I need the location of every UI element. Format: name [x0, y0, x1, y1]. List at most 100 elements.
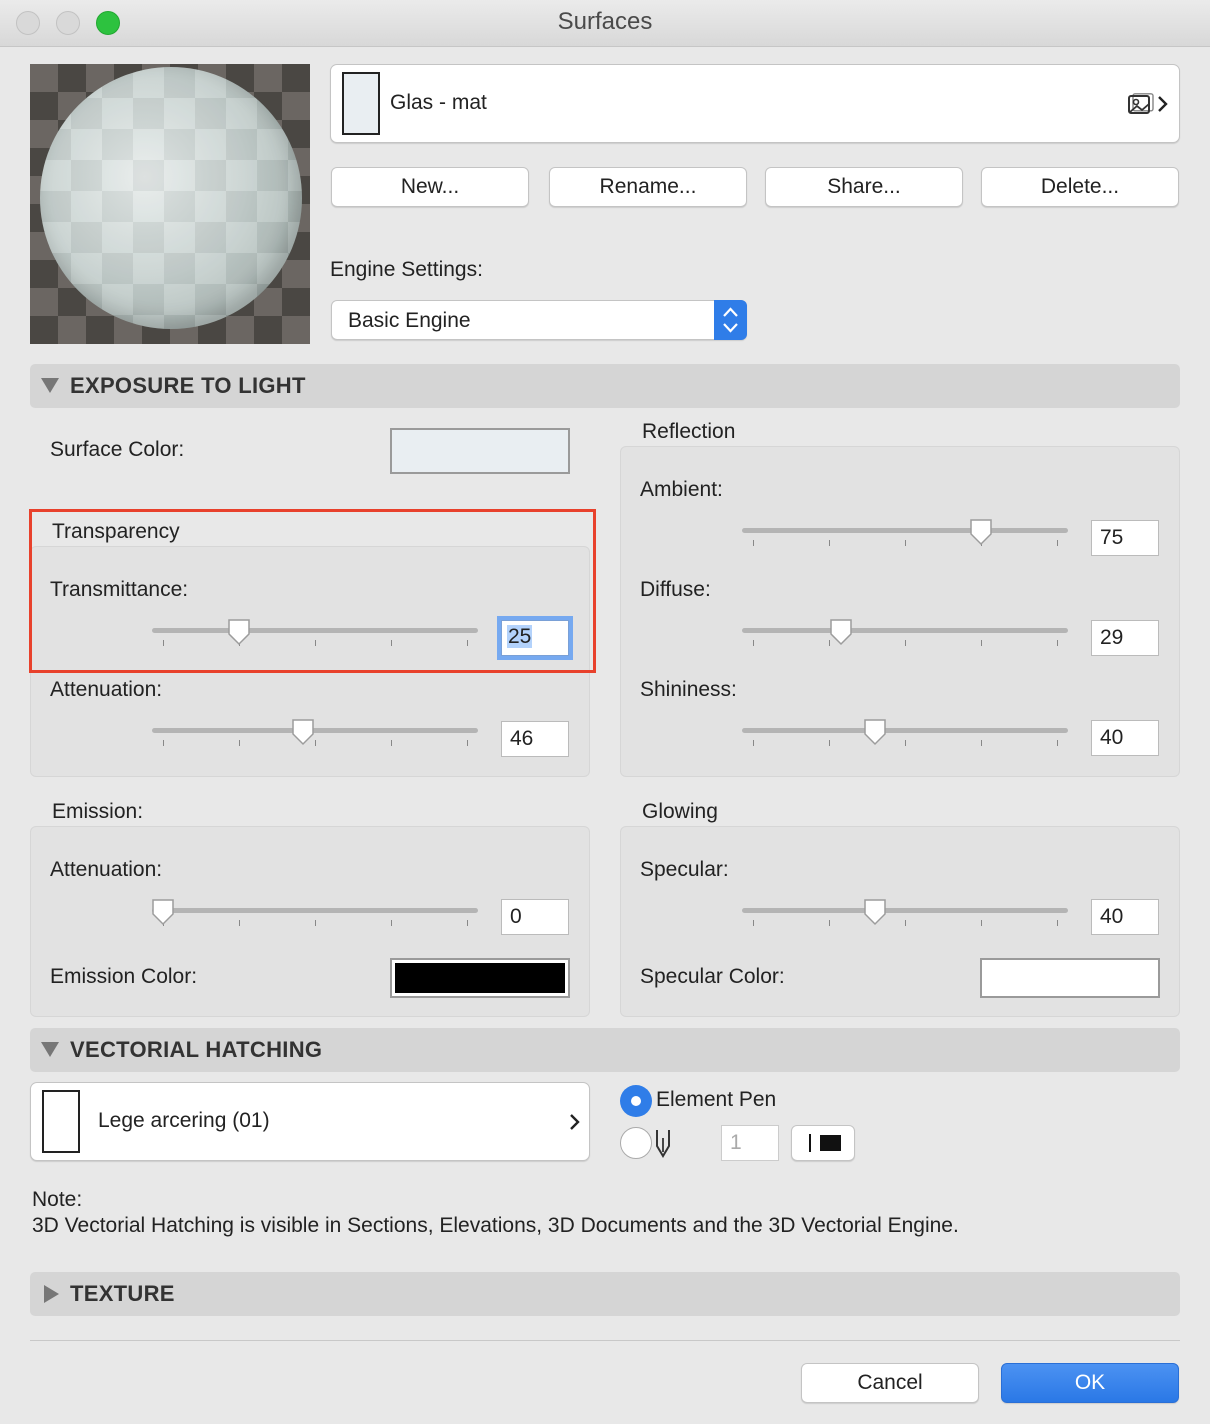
- slider-tick: [315, 920, 316, 926]
- surface-name: Glas - mat: [390, 91, 487, 114]
- ambient-label: Ambient:: [640, 478, 723, 501]
- hatching-section-title: VECTORIAL HATCHING: [70, 1037, 323, 1062]
- cancel-button[interactable]: Cancel: [801, 1363, 979, 1403]
- surface-selector[interactable]: Glas - mat: [330, 64, 1180, 143]
- triangle-down-icon: [41, 378, 59, 393]
- slider-thumb[interactable]: [829, 618, 853, 646]
- shininess-label: Shininess:: [640, 678, 737, 701]
- emission-attenuation-label: Attenuation:: [50, 858, 163, 881]
- shininess-input[interactable]: 40: [1091, 720, 1159, 756]
- triangle-down-icon: [41, 1042, 59, 1057]
- texture-section-title: TEXTURE: [70, 1281, 175, 1306]
- shininess-slider[interactable]: [742, 718, 1068, 752]
- slider-tick: [753, 920, 754, 926]
- attenuation-label: Attenuation:: [50, 678, 163, 701]
- fill-swatch: [42, 1090, 80, 1153]
- exposure-section-title: EXPOSURE TO LIGHT: [70, 373, 306, 398]
- pen-icon: [654, 1128, 672, 1160]
- fill-name: Lege arcering (01): [98, 1109, 270, 1132]
- share-button[interactable]: Share...: [765, 167, 963, 207]
- slider-tick: [391, 740, 392, 746]
- slider-tick: [905, 540, 906, 546]
- chevron-right-icon[interactable]: [1157, 95, 1169, 113]
- slider-tick: [981, 640, 982, 646]
- emission-attenuation-input[interactable]: 0: [501, 899, 569, 935]
- slider-tick: [981, 920, 982, 926]
- slider-tick: [315, 740, 316, 746]
- new-button[interactable]: New...: [331, 167, 529, 207]
- specular-label: Specular:: [640, 858, 729, 881]
- slider-tick: [467, 920, 468, 926]
- transparency-highlight-box: [29, 509, 596, 673]
- slider-thumb[interactable]: [863, 718, 887, 746]
- engine-select-value: Basic Engine: [348, 309, 471, 332]
- custom-pen-radio[interactable]: [620, 1127, 652, 1159]
- slider-tick: [1057, 920, 1058, 926]
- element-pen-label: Element Pen: [656, 1088, 777, 1111]
- slider-tick: [391, 920, 392, 926]
- slider-tick: [829, 540, 830, 546]
- surface-swatch: [342, 72, 380, 135]
- note-title: Note:: [32, 1188, 83, 1211]
- surface-color-swatch[interactable]: [390, 428, 570, 474]
- slider-tick: [163, 740, 164, 746]
- slider-tick: [239, 740, 240, 746]
- chevron-right-icon[interactable]: [569, 1113, 581, 1131]
- texture-section-header[interactable]: TEXTURE: [30, 1272, 1180, 1316]
- slider-tick: [1057, 540, 1058, 546]
- element-pen-radio[interactable]: [620, 1085, 652, 1117]
- specular-input[interactable]: 40: [1091, 899, 1159, 935]
- emission-attenuation-slider[interactable]: [152, 898, 478, 932]
- emission-color-swatch[interactable]: [390, 958, 570, 998]
- ok-button[interactable]: OK: [1001, 1363, 1179, 1403]
- image-icon[interactable]: [1128, 93, 1154, 115]
- footer-divider: [30, 1340, 1180, 1341]
- slider-thumb[interactable]: [863, 898, 887, 926]
- slider-tick: [753, 540, 754, 546]
- emission-color-label: Emission Color:: [50, 965, 198, 988]
- emission-heading: Emission:: [52, 800, 144, 823]
- delete-button[interactable]: Delete...: [981, 167, 1179, 207]
- specular-color-label: Specular Color:: [640, 965, 785, 988]
- stepper-icon: [714, 300, 747, 340]
- title-bar: Surfaces: [0, 0, 1210, 47]
- line-style-icon: [808, 1134, 842, 1152]
- diffuse-input[interactable]: 29: [1091, 620, 1159, 656]
- line-style-button[interactable]: [791, 1125, 855, 1161]
- slider-tick: [981, 740, 982, 746]
- triangle-right-icon: [44, 1285, 59, 1303]
- fill-selector[interactable]: Lege arcering (01): [30, 1082, 590, 1161]
- slider-tick: [1057, 740, 1058, 746]
- slider-thumb[interactable]: [151, 898, 175, 926]
- slider-tick: [1057, 640, 1058, 646]
- pen-number-input[interactable]: 1: [721, 1125, 779, 1161]
- slider-tick: [467, 740, 468, 746]
- specular-color-swatch[interactable]: [980, 958, 1160, 998]
- glowing-heading: Glowing: [642, 800, 718, 823]
- reflection-heading: Reflection: [642, 420, 736, 443]
- exposure-section-header[interactable]: EXPOSURE TO LIGHT: [30, 364, 1180, 408]
- slider-thumb[interactable]: [969, 518, 993, 546]
- note-text: 3D Vectorial Hatching is visible in Sect…: [32, 1214, 959, 1237]
- engine-select[interactable]: Basic Engine: [331, 300, 747, 340]
- surface-color-label: Surface Color:: [50, 438, 185, 461]
- diffuse-slider[interactable]: [742, 618, 1068, 652]
- ambient-slider[interactable]: [742, 518, 1068, 552]
- surface-preview: [30, 64, 310, 344]
- attenuation-slider[interactable]: [152, 718, 478, 752]
- slider-tick: [753, 740, 754, 746]
- specular-slider[interactable]: [742, 898, 1068, 932]
- attenuation-input[interactable]: 46: [501, 721, 569, 757]
- slider-thumb[interactable]: [291, 718, 315, 746]
- slider-tick: [905, 740, 906, 746]
- slider-tick: [829, 920, 830, 926]
- hatching-section-header[interactable]: VECTORIAL HATCHING: [30, 1028, 1180, 1072]
- engine-settings-label: Engine Settings:: [330, 258, 483, 281]
- slider-tick: [753, 640, 754, 646]
- ambient-input[interactable]: 75: [1091, 520, 1159, 556]
- slider-tick: [905, 640, 906, 646]
- rename-button[interactable]: Rename...: [549, 167, 747, 207]
- slider-tick: [239, 920, 240, 926]
- slider-tick: [905, 920, 906, 926]
- slider-tick: [829, 740, 830, 746]
